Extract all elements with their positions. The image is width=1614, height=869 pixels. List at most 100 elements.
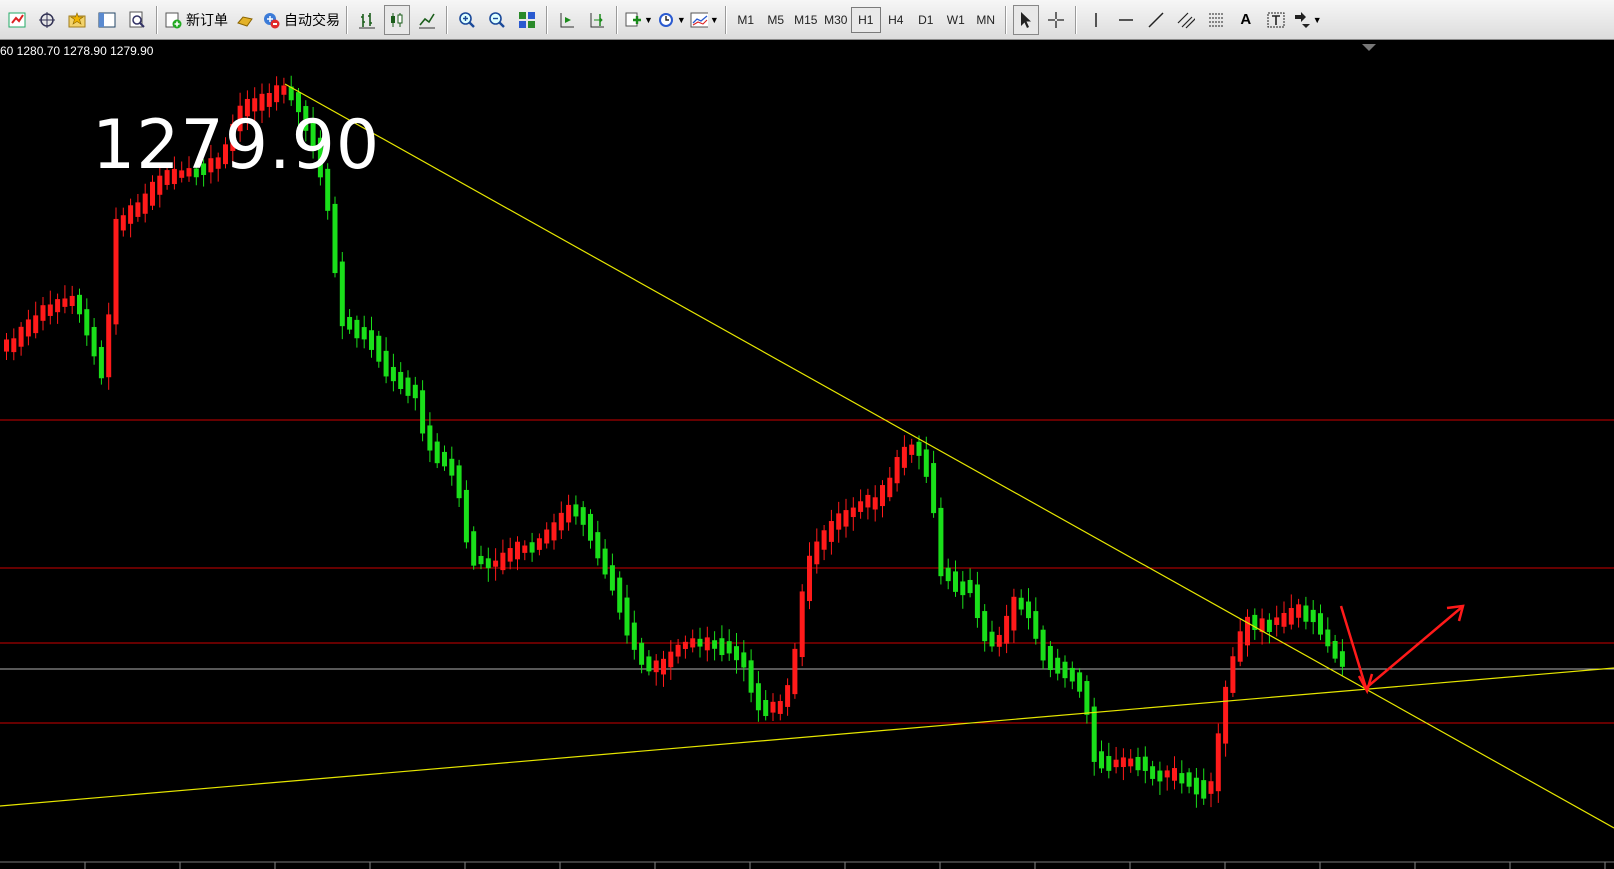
candle-body [1325,629,1331,647]
fibonacci-tool-button[interactable] [1203,5,1229,35]
timeframe-m30[interactable]: M30 [821,7,851,33]
candle-body [836,513,842,530]
line-chart-icon [418,11,436,29]
auto-scroll-button[interactable] [554,5,580,35]
auto-trading-button[interactable]: 自动交易 [262,5,340,35]
candle-body [682,641,688,649]
timeframe-h4[interactable]: H4 [881,7,911,33]
crosshair-icon [1047,11,1065,29]
candle-body [1011,596,1017,631]
tile-windows-button[interactable] [514,5,540,35]
toolbar-separator [1004,5,1007,34]
candle-body [953,571,958,592]
zoom-in-button[interactable] [454,5,480,35]
candle-body [69,295,75,306]
candle-body [1237,631,1243,662]
chart-shift-button[interactable] [584,5,610,35]
new-order-button[interactable]: 新订单 [164,5,228,35]
channel-icon [1177,11,1195,29]
candle-body [763,700,769,717]
candle-body [938,507,944,577]
periods-button[interactable]: ▼ [657,5,686,35]
timeframe-w1[interactable]: W1 [941,7,971,33]
timeframe-mn[interactable]: MN [971,7,1001,33]
cursor-tool-button[interactable] [1012,4,1039,35]
line-chart-button[interactable] [414,5,440,35]
candle-body [850,507,856,518]
trendline-tool-button[interactable] [1143,5,1169,35]
candle-body [77,294,82,315]
candle-body [427,425,433,451]
candle-body [602,548,608,575]
candle-body [47,304,53,316]
zoom-out-button[interactable] [484,5,510,35]
auto-trading-label: 自动交易 [284,11,340,28]
horizontal-line-tool-button[interactable] [1113,5,1139,35]
timeframe-d1[interactable]: D1 [911,7,941,33]
candle-body [376,335,382,362]
candle-body [704,637,710,651]
timeframe-m5[interactable]: M5 [761,7,791,33]
bar-chart-button[interactable] [354,5,380,35]
candle-body [894,457,900,484]
market-watch-button[interactable] [94,5,120,35]
toolbar-separator [1074,5,1077,34]
favorites-button[interactable] [64,5,90,35]
timeframe-h1[interactable]: H1 [850,6,881,33]
candle-body [463,489,469,543]
metaeditor-button[interactable] [232,5,258,35]
templates-button[interactable]: ▼ [690,5,719,35]
candle-body [1040,629,1046,661]
indicators-button[interactable]: ▼ [624,5,653,35]
candle-body [755,683,761,711]
toolbar-separator [346,5,348,34]
candlestick-chart-button[interactable] [384,4,410,35]
candle-body [588,513,593,541]
candle-body [150,181,155,206]
text-tool-button[interactable]: A [1233,5,1259,35]
candle-body [500,552,506,571]
vertical-line-tool-button[interactable] [1083,5,1109,35]
candle-body [1332,640,1338,659]
candle-body [339,261,345,327]
candle-body [493,560,499,567]
candle-body [1303,605,1309,622]
candle-body [120,215,126,231]
candle-body [551,522,557,541]
candle-body [982,611,988,642]
candle-body [661,658,666,675]
candle-body [98,346,104,379]
candle-body [609,565,615,591]
candle-body [945,567,951,582]
up-arrow-line [1365,606,1463,689]
navigator-button[interactable] [34,5,60,35]
candle-body [923,449,929,477]
crosshair-tool-button[interactable] [1043,5,1069,35]
template-icon [690,11,708,29]
candle-body [799,591,805,658]
arrows-icon [1293,11,1311,29]
candle-body [792,648,798,695]
candle-body [843,510,849,527]
arrows-tool-button[interactable]: ▼ [1293,5,1322,35]
data-window-button[interactable] [124,5,150,35]
new-chart-button[interactable] [4,5,30,35]
equidistant-channel-tool-button[interactable] [1173,5,1199,35]
text-label-icon [1267,11,1285,29]
candle-body [128,205,134,224]
candle-body [515,541,520,560]
candle-body [1113,759,1119,768]
timeframe-m15[interactable]: M15 [791,7,821,33]
candle-body [828,521,834,542]
candle-body [1142,756,1148,771]
candle-body [989,631,995,647]
candle-body [646,656,652,672]
candle-body [960,581,966,596]
candle-body [580,507,586,525]
new-order-label: 新订单 [186,11,228,28]
text-label-tool-button[interactable] [1263,5,1289,35]
candle-body [668,651,674,668]
candle-body [916,441,922,456]
auto-scroll-icon [558,11,576,29]
timeframe-m1[interactable]: M1 [731,7,761,33]
